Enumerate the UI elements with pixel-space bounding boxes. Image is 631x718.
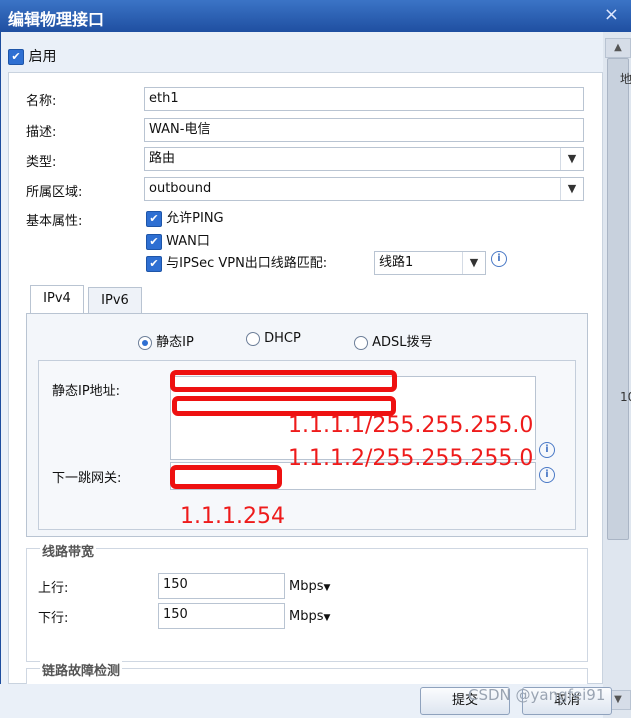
scroll-thumb[interactable]	[607, 58, 629, 540]
bandwidth-group	[26, 548, 588, 662]
dialog-titlebar: 编辑物理接口 ×	[0, 0, 631, 32]
edge-label-top: 地	[620, 72, 631, 86]
radio-dhcp[interactable]: DHCP	[246, 331, 301, 346]
dropdown-arrow-icon[interactable]: ▼	[324, 583, 331, 593]
upload-unit: Mbps	[289, 579, 324, 594]
scroll-up-icon[interactable]: ▲	[605, 38, 631, 58]
enable-toggle[interactable]: ✔ 启用	[8, 46, 56, 66]
chevron-down-icon[interactable]: ▼	[560, 148, 583, 170]
info-icon[interactable]: i	[539, 467, 555, 483]
ipsec-match-label: 与IPSec VPN出口线路匹配:	[166, 256, 328, 271]
watermark: CSDN @yangfei91	[468, 686, 606, 704]
tab-ipv4[interactable]: IPv4	[30, 285, 84, 313]
zone-label: 所属区域:	[26, 185, 83, 200]
upload-unit-select[interactable]: Mbps▼	[289, 579, 330, 594]
download-label: 下行:	[38, 611, 69, 626]
upload-field[interactable]: 150	[158, 573, 285, 599]
annotation-ip2: 1.1.1.2/255.255.255.0	[288, 446, 534, 471]
info-icon[interactable]: i	[539, 442, 555, 458]
fault-detect-title: 链路故障检测	[40, 660, 123, 679]
checkbox-checked-icon[interactable]: ✔	[146, 255, 162, 272]
annotation-ip1: 1.1.1.1/255.255.255.0	[288, 413, 534, 438]
gateway-label: 下一跳网关:	[52, 471, 122, 486]
close-icon[interactable]: ×	[604, 4, 619, 25]
wan-port-label: WAN口	[166, 234, 210, 249]
annotation-gateway: 1.1.1.254	[180, 504, 285, 529]
static-ip-label: 静态IP地址:	[52, 384, 121, 399]
chevron-down-icon[interactable]: ▼	[462, 252, 485, 274]
radio-static-ip[interactable]: 静态IP	[138, 331, 194, 350]
radio-selected-icon[interactable]	[138, 335, 152, 350]
allow-ping-label: 允许PING	[166, 211, 224, 226]
ipsec-match-option[interactable]: ✔ 与IPSec VPN出口线路匹配:	[146, 252, 327, 272]
vertical-scrollbar[interactable]: ▲ ▼	[603, 32, 631, 718]
type-label: 类型:	[26, 155, 57, 170]
radio-unselected-icon[interactable]	[354, 335, 368, 350]
type-select-value: 路由	[149, 151, 176, 166]
bandwidth-title: 线路带宽	[40, 541, 97, 560]
allow-ping-option[interactable]: ✔ 允许PING	[146, 207, 224, 227]
zone-select[interactable]: outbound ▼	[144, 177, 584, 201]
download-unit-select[interactable]: Mbps▼	[289, 609, 330, 624]
redaction-mark	[170, 465, 282, 489]
radio-unselected-icon[interactable]	[246, 331, 260, 346]
download-field[interactable]: 150	[158, 603, 285, 629]
zone-select-value: outbound	[149, 181, 212, 196]
name-field[interactable]: eth1	[144, 87, 584, 111]
checkbox-checked-icon[interactable]: ✔	[8, 49, 24, 65]
checkbox-checked-icon[interactable]: ✔	[146, 210, 162, 227]
redaction-mark	[170, 370, 397, 392]
dialog-title: 编辑物理接口	[8, 10, 105, 29]
wan-port-option[interactable]: ✔ WAN口	[146, 230, 210, 250]
tab-ipv6[interactable]: IPv6	[88, 287, 142, 313]
enable-label: 启用	[28, 49, 57, 65]
download-unit: Mbps	[289, 609, 324, 624]
chevron-down-icon[interactable]: ▼	[560, 178, 583, 200]
radio-adsl[interactable]: ADSL拨号	[354, 331, 433, 350]
upload-label: 上行:	[38, 581, 69, 596]
edge-label-mid: 10	[620, 390, 631, 404]
name-label: 名称:	[26, 94, 57, 109]
attr-label: 基本属性:	[26, 214, 83, 229]
radio-adsl-label: ADSL拨号	[372, 335, 433, 350]
desc-label: 描述:	[26, 125, 57, 140]
info-icon[interactable]: i	[491, 251, 507, 267]
radio-dhcp-label: DHCP	[264, 331, 301, 346]
radio-static-label: 静态IP	[156, 335, 194, 350]
line-select[interactable]: 线路1 ▼	[374, 251, 486, 275]
type-select[interactable]: 路由 ▼	[144, 147, 584, 171]
line-select-value: 线路1	[379, 255, 414, 270]
dropdown-arrow-icon[interactable]: ▼	[324, 613, 331, 623]
desc-field[interactable]: WAN-电信	[144, 118, 584, 142]
checkbox-checked-icon[interactable]: ✔	[146, 233, 162, 250]
